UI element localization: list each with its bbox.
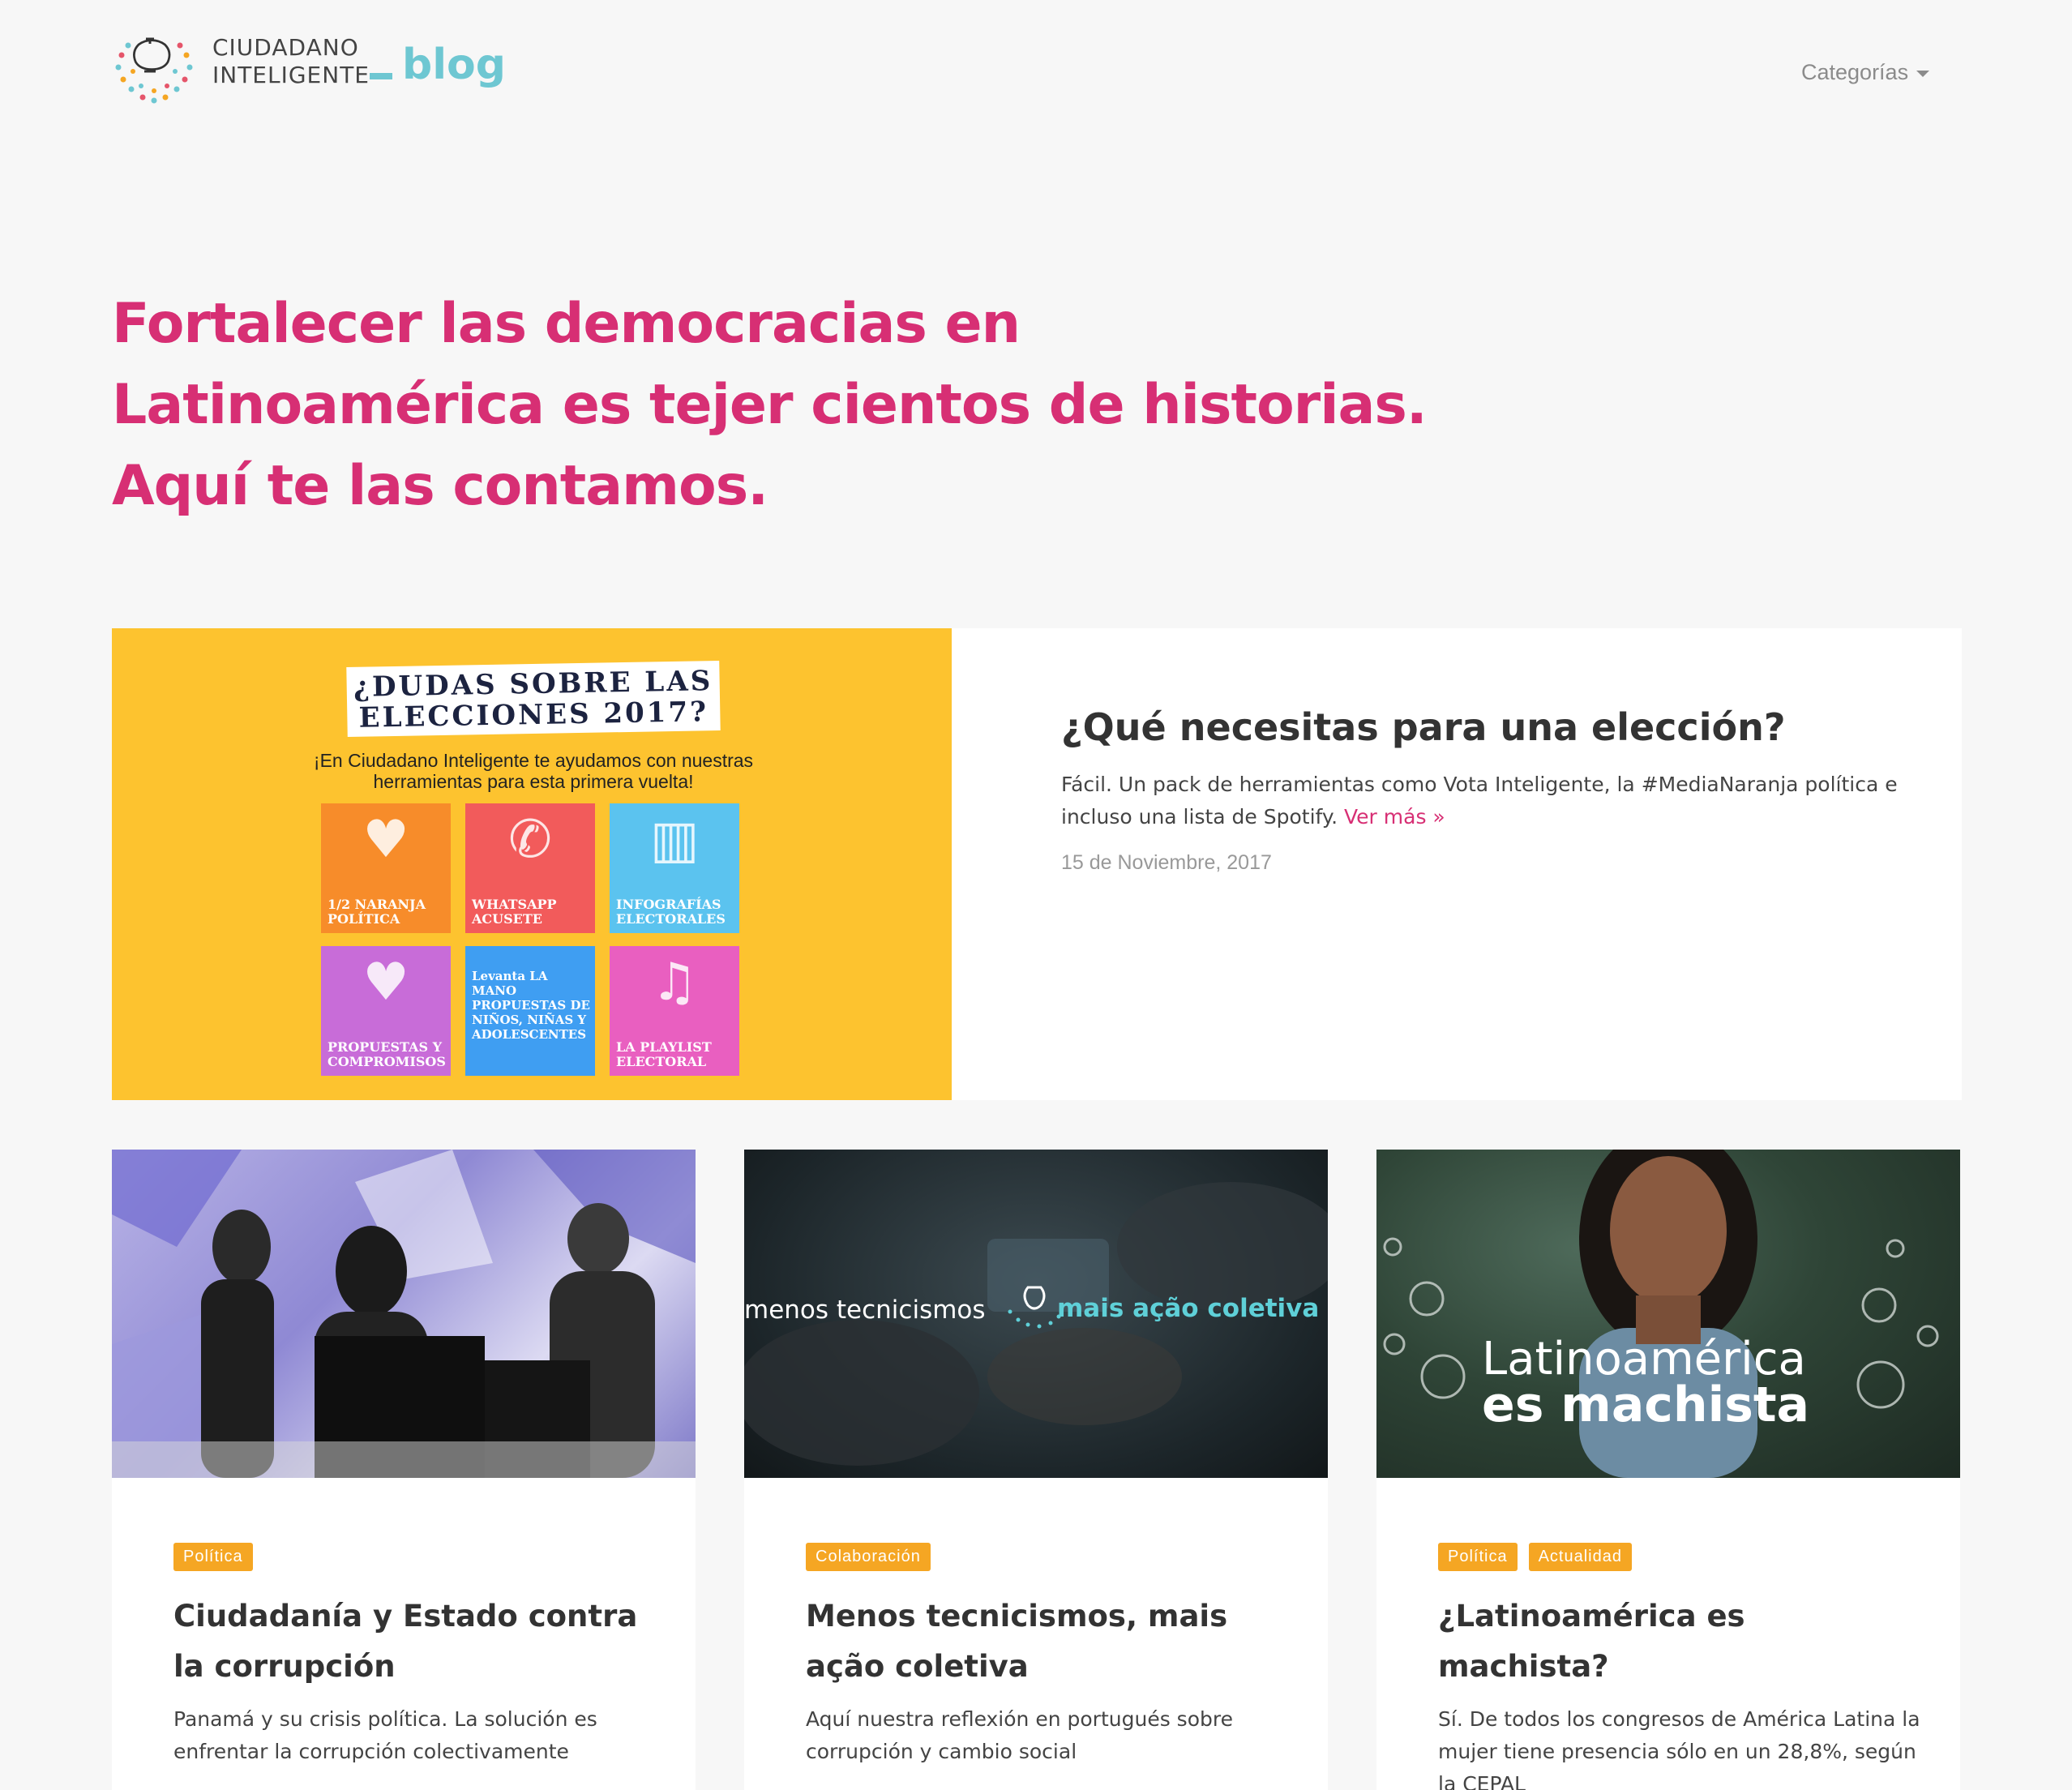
tile-label: INFOGRAFÍAS ELECTORALES bbox=[616, 897, 726, 927]
post-card-body: Política Ciudadanía y Estado contra la c… bbox=[173, 1543, 660, 1768]
post-card-image[interactable]: menos tecnicismos mais ação coletiva bbox=[744, 1150, 1328, 1478]
tile-label: 1/2 NARANJA POLÍTICA bbox=[327, 897, 426, 927]
post-card: Política Ciudadanía y Estado contra la c… bbox=[112, 1150, 696, 1790]
post-title[interactable]: Menos tecnicismos, mais ação coletiva bbox=[806, 1591, 1292, 1692]
tag-politica[interactable]: Política bbox=[173, 1543, 253, 1571]
tile-whatsapp: ✆ WHATSAPP ACUSETE bbox=[465, 803, 595, 933]
tile-label: LA PLAYLIST ELECTORAL bbox=[616, 1039, 712, 1069]
post-title[interactable]: ¿Latinoamérica es machista? bbox=[1438, 1591, 1924, 1692]
logo-dash bbox=[370, 73, 392, 79]
post-card: menos tecnicismos mais ação coletiva Col… bbox=[744, 1150, 1328, 1790]
tag-actualidad[interactable]: Actualidad bbox=[1528, 1543, 1632, 1571]
featured-image-title: ¿DUDAS SOBRE LAS ELECCIONES 2017? bbox=[346, 660, 721, 738]
heart-orange-icon: ♥ bbox=[362, 809, 409, 870]
tag-list: Política bbox=[173, 1543, 660, 1575]
hero-line-1: Fortalecer las democracias en bbox=[112, 292, 1021, 356]
tile-playlist: ♫ LA PLAYLIST ELECTORAL bbox=[610, 946, 739, 1076]
people-presenting-image bbox=[112, 1150, 696, 1478]
logo-line2: INTELIGENTE bbox=[212, 62, 370, 88]
featured-image-subtitle: ¡En Ciudadano Inteligente te ayudamos co… bbox=[313, 750, 754, 792]
tile-label: PROPUESTAS Y COMPROMISOS bbox=[327, 1039, 446, 1069]
post-excerpt: Sí. De todos los congresos de América La… bbox=[1438, 1707, 1920, 1790]
tag-colaboracion[interactable]: Colaboración bbox=[806, 1543, 931, 1571]
post-excerpt: Panamá y su crisis política. La solución… bbox=[173, 1707, 597, 1763]
tile-label: Levanta LA MANO PROPUESTAS DE NIÑOS, NIÑ… bbox=[472, 969, 590, 1042]
tag-list: Política Actualidad bbox=[1438, 1543, 1924, 1575]
caret-down-icon bbox=[1916, 70, 1930, 77]
logo-wordmark: CIUDADANO INTELIGENTE bbox=[212, 34, 370, 89]
logo-line1: CIUDADANO bbox=[212, 34, 359, 61]
featured-text: ¿Qué necesitas para una elección? Fácil.… bbox=[1061, 705, 1920, 875]
heart-hands-icon: ♥ bbox=[362, 952, 409, 1013]
read-more-link[interactable]: Ver más » bbox=[1344, 805, 1445, 829]
post-card: Latinoamérica es machista Política Actual… bbox=[1376, 1150, 1960, 1790]
post-card-body: Política Actualidad ¿Latinoamérica es mac… bbox=[1438, 1543, 1924, 1790]
hero-tagline: Fortalecer las democracias en Latinoamér… bbox=[112, 284, 1571, 527]
tile-levanta-la-mano: Levanta LA MANO PROPUESTAS DE NIÑOS, NIÑ… bbox=[465, 946, 595, 1076]
music-icon: ♫ bbox=[651, 952, 698, 1013]
site-header: CIUDADANO INTELIGENTE blog Categorías bbox=[0, 0, 2072, 130]
post-card-image[interactable]: Latinoamérica es machista bbox=[1376, 1150, 1960, 1478]
tag-list: Colaboración bbox=[806, 1543, 1292, 1575]
image-text-left: menos tecnicismos bbox=[744, 1295, 986, 1325]
post-card-image[interactable] bbox=[112, 1150, 696, 1478]
tile-propuestas: ♥ PROPUESTAS Y COMPROMISOS bbox=[321, 946, 451, 1076]
featured-description: Fácil. Un pack de herramientas como Vota… bbox=[1061, 769, 1920, 833]
featured-image-title-line2: ELECCIONES 2017? bbox=[358, 696, 709, 734]
tile-label: WHATSAPP ACUSETE bbox=[472, 897, 557, 927]
featured-date: 15 de Noviembre, 2017 bbox=[1061, 851, 1272, 874]
image-text-line2: es machista bbox=[1482, 1377, 1810, 1433]
featured-description-text: Fácil. Un pack de herramientas como Vota… bbox=[1061, 773, 1898, 829]
tag-politica[interactable]: Política bbox=[1438, 1543, 1518, 1571]
lightbulb-logo-icon bbox=[115, 37, 193, 104]
post-excerpt: Aquí nuestra reflexión en portugués sobr… bbox=[806, 1707, 1233, 1763]
hero-line-3: Aquí te las contamos. bbox=[112, 454, 768, 518]
hero-line-2: Latinoamérica es tejer cientos de histor… bbox=[112, 373, 1428, 437]
featured-image[interactable]: ¿DUDAS SOBRE LAS ELECCIONES 2017? ¡En Ci… bbox=[112, 628, 952, 1100]
post-card-body: Colaboración Menos tecnicismos, mais açã… bbox=[806, 1543, 1292, 1768]
logo-blog: blog bbox=[402, 41, 506, 89]
tile-infografias: ▥ INFOGRAFÍAS ELECTORALES bbox=[610, 803, 739, 933]
whatsapp-icon: ✆ bbox=[508, 809, 552, 870]
site-logo[interactable]: CIUDADANO INTELIGENTE blog bbox=[112, 23, 506, 107]
featured-post: ¿DUDAS SOBRE LAS ELECCIONES 2017? ¡En Ci… bbox=[112, 628, 1962, 1100]
post-title[interactable]: Ciudadanía y Estado contra la corrupción bbox=[173, 1591, 660, 1692]
tile-media-naranja: ♥ 1/2 NARANJA POLÍTICA bbox=[321, 803, 451, 933]
categories-dropdown[interactable]: Categorías bbox=[1801, 60, 1930, 85]
chart-icon: ▥ bbox=[649, 809, 700, 870]
image-text-right: mais ação coletiva bbox=[1057, 1294, 1320, 1323]
categories-label: Categorías bbox=[1801, 60, 1909, 84]
featured-title[interactable]: ¿Qué necesitas para una elección? bbox=[1061, 705, 1920, 749]
